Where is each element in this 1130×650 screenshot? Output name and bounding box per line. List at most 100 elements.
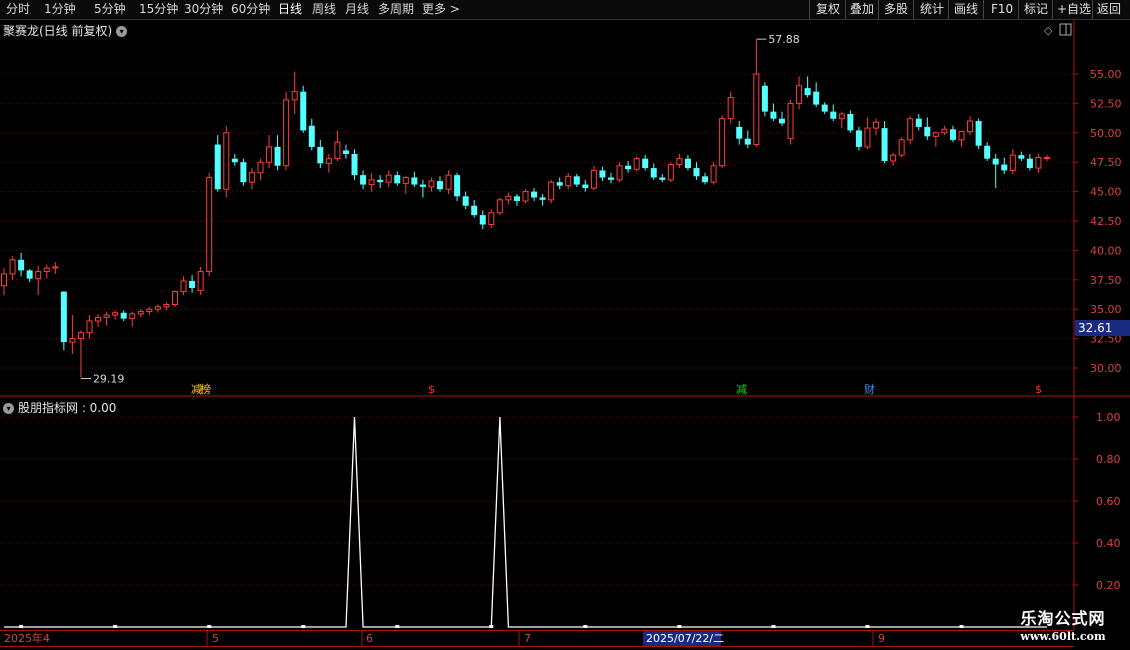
candle-body-down <box>975 121 982 146</box>
candle-body-down <box>992 158 999 165</box>
candle-body-up <box>667 164 674 181</box>
candle-body-up <box>445 174 452 190</box>
candle-body-up <box>522 191 529 202</box>
candle-body-down <box>573 176 580 185</box>
event-marker[interactable]: 榜 <box>200 382 211 396</box>
event-marker[interactable]: $ <box>1035 383 1042 396</box>
candle-body-up <box>967 120 974 133</box>
current-price-label: 32.61 <box>1078 321 1112 335</box>
candle-body-down <box>1026 158 1033 169</box>
candle-body-down <box>462 196 469 206</box>
candle-body-up <box>873 121 880 129</box>
candle-body-down <box>684 158 691 169</box>
candle-body-up <box>77 332 84 340</box>
candle-body-down <box>770 111 777 119</box>
candle-body-up <box>1 273 7 287</box>
candle-body-up <box>171 291 178 305</box>
candle-body-down <box>642 158 649 169</box>
candle-body-up <box>1009 154 1016 171</box>
period-monthly[interactable]: 月线 <box>345 2 369 17</box>
draw-button[interactable]: 画线 <box>954 2 978 17</box>
candle-body-down <box>625 165 632 170</box>
candle-body-up <box>35 271 42 280</box>
candle-body-down <box>582 184 589 189</box>
candle-body-down <box>360 175 367 185</box>
period-30min[interactable]: 30分钟 <box>184 2 223 17</box>
candle-body-down <box>351 153 358 176</box>
event-marker[interactable]: 减 <box>191 383 202 396</box>
price-tick-label: 30.00 <box>1090 362 1122 375</box>
event-marker[interactable]: $ <box>428 383 435 396</box>
date-label-may: 5 <box>212 632 219 645</box>
candle-body-up <box>103 314 110 318</box>
period-fenshi[interactable]: 分时 <box>6 2 30 17</box>
candle-body-down <box>924 126 931 137</box>
indicator-tick-label: 0.20 <box>1096 579 1121 592</box>
candle-body-down <box>693 168 700 177</box>
price-tick-label: 35.00 <box>1090 303 1122 316</box>
candle-body-up <box>146 308 153 313</box>
candle-body-down <box>411 177 418 185</box>
candle-body-up <box>796 85 803 104</box>
indicator-point <box>677 625 682 628</box>
candle-body-down <box>778 118 785 124</box>
period-1min[interactable]: 1分钟 <box>44 2 76 17</box>
chevron-down-icon[interactable]: ▾ <box>116 26 128 37</box>
indicator-tick-label: 0.80 <box>1096 453 1121 466</box>
indicator-point <box>19 625 24 628</box>
kline-chart[interactable]: ◇ 55.00 52.50 50.00 47.50 45.00 42.50 40.00 37.… <box>0 0 1130 650</box>
candle-body-down <box>659 177 666 180</box>
period-daily[interactable]: 日线 <box>278 2 302 17</box>
candle-body-up <box>932 132 939 137</box>
candle-body-down <box>377 179 384 183</box>
multi-stock-button[interactable]: 多股 <box>884 2 908 17</box>
candle-body-down <box>214 144 221 190</box>
period-weekly[interactable]: 周线 <box>312 2 336 17</box>
candle-body-down <box>599 170 606 178</box>
candle-body-down <box>240 162 247 183</box>
candle-body-down <box>821 104 828 112</box>
candle-body-up <box>9 259 16 275</box>
diamond-icon[interactable]: ◇ <box>1044 24 1053 37</box>
watermark-url: www.60lt.com <box>1020 630 1106 643</box>
period-15min[interactable]: 15分钟 <box>139 2 178 17</box>
candle-body-up <box>505 195 512 201</box>
candle-body-up <box>112 312 119 316</box>
candle-body-up <box>864 127 871 148</box>
price-tick-label: 45.00 <box>1090 186 1122 199</box>
overlay-button[interactable]: 叠加 <box>850 2 874 17</box>
back-button[interactable]: 返回 <box>1097 2 1121 17</box>
candle-body-down <box>231 158 238 163</box>
candle-body-up <box>676 158 683 166</box>
watermark-title: 乐淘公式网 <box>1020 609 1106 628</box>
chevron-down-icon[interactable]: ▾ <box>3 403 14 414</box>
candle-body-up <box>719 118 726 167</box>
candle-body-up <box>266 146 273 163</box>
window-toggle-icon[interactable] <box>1059 23 1072 36</box>
candle-body-down <box>881 128 888 162</box>
period-more[interactable]: 更多 > <box>422 2 460 17</box>
candle-body-down <box>915 118 922 127</box>
period-5min[interactable]: 5分钟 <box>94 2 126 17</box>
candle-body-up <box>402 176 409 184</box>
stats-button[interactable]: 统计 <box>920 2 944 17</box>
mark-button[interactable]: 标记 <box>1024 2 1048 17</box>
candle-body-up <box>180 280 187 293</box>
period-multi[interactable]: 多周期 <box>378 2 414 17</box>
candle-body-up <box>753 73 760 146</box>
period-60min[interactable]: 60分钟 <box>231 2 270 17</box>
price-tick-label: 42.50 <box>1090 215 1122 228</box>
cursor-date-label: 2025/07/22/二 <box>646 632 724 645</box>
fuquan-button[interactable]: 复权 <box>816 2 840 17</box>
price-tick-label: 50.00 <box>1090 127 1122 140</box>
event-marker[interactable]: 减 <box>736 383 747 396</box>
candle-body-down <box>1001 164 1008 171</box>
date-label-apr: 2025年4 <box>4 631 50 645</box>
candle-body-up <box>206 176 213 273</box>
f10-button[interactable]: F10 <box>991 2 1013 17</box>
main-chart-title: 聚赛龙(日线 前复权) ▾ <box>3 22 128 39</box>
candle-body-up <box>223 132 230 190</box>
event-marker[interactable]: 财 <box>864 382 875 396</box>
add-watchlist-button[interactable]: +自选 <box>1057 2 1091 17</box>
candle-body-up <box>52 266 59 269</box>
